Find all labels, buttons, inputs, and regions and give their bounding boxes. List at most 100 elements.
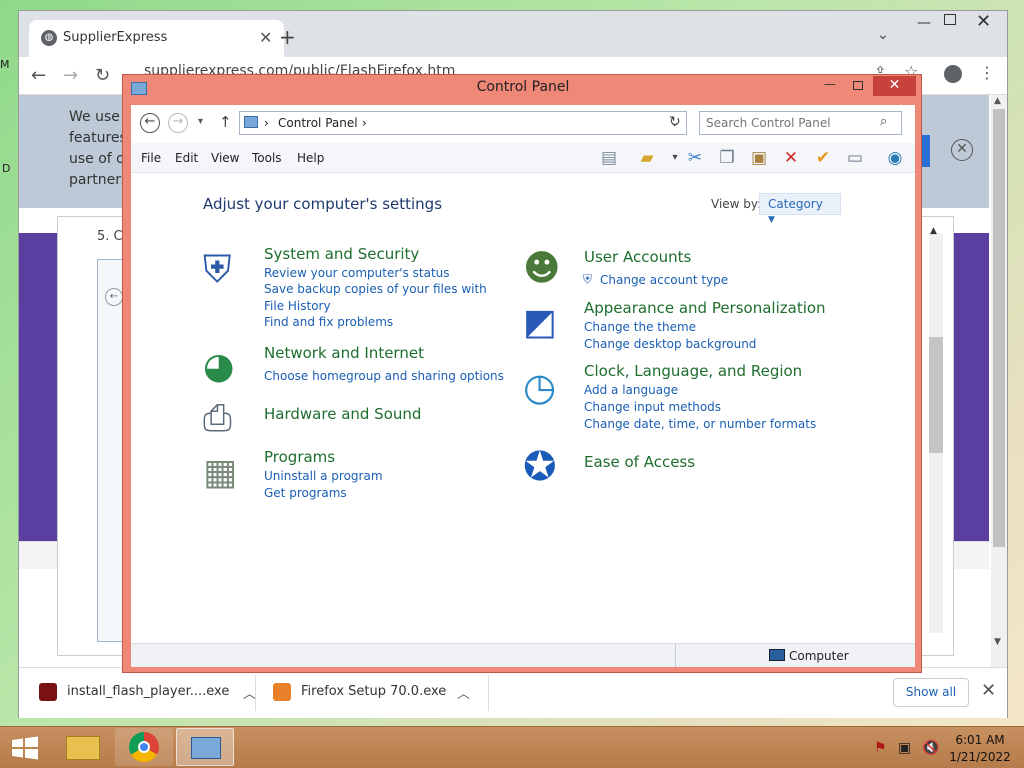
maximize-button[interactable] bbox=[944, 14, 956, 25]
menu-edit[interactable]: Edit bbox=[175, 151, 198, 165]
back-arrow-icon[interactable]: ← bbox=[140, 113, 160, 133]
search-icon[interactable]: ⌕ bbox=[880, 114, 887, 129]
view-by-dropdown[interactable]: Category ▼ bbox=[759, 193, 841, 225]
maximize-button[interactable] bbox=[853, 81, 863, 90]
category-system-security[interactable]: System and Security bbox=[264, 245, 419, 263]
search-box[interactable]: ⌕ bbox=[699, 111, 902, 135]
link-uninstall[interactable]: Uninstall a program bbox=[264, 468, 383, 485]
properties-icon[interactable]: ▭ bbox=[843, 147, 867, 169]
link-add-language[interactable]: Add a language bbox=[584, 382, 678, 399]
breadcrumb[interactable]: Control Panel bbox=[278, 116, 358, 130]
link-homegroup[interactable]: Choose homegroup and sharing options bbox=[264, 368, 504, 385]
reload-icon[interactable]: ↻ bbox=[95, 65, 110, 86]
copy-icon[interactable]: ❐ bbox=[715, 147, 739, 169]
new-tab-button[interactable]: + bbox=[279, 25, 296, 49]
page-scroll-thumb[interactable] bbox=[993, 109, 1005, 547]
shield-icon: ⛨ bbox=[203, 247, 232, 291]
system-clock[interactable]: 6:01 AM 1/21/2022 bbox=[944, 732, 1016, 766]
close-button[interactable]: ✕ bbox=[976, 11, 991, 32]
close-button[interactable]: ✕ bbox=[873, 76, 916, 96]
check-icon[interactable]: ✔ bbox=[811, 147, 835, 169]
minimize-button[interactable]: — bbox=[917, 15, 931, 31]
control-panel-icon bbox=[191, 737, 221, 759]
link-date-formats[interactable]: Change date, time, or number formats bbox=[584, 416, 816, 433]
divider bbox=[675, 643, 676, 667]
tab-close-icon[interactable]: ✕ bbox=[259, 28, 272, 47]
file-explorer-button[interactable] bbox=[54, 728, 112, 766]
menu-kebab-icon[interactable]: ⋮ bbox=[979, 63, 995, 82]
window-title: Control Panel bbox=[476, 79, 570, 95]
chrome-taskbar-button[interactable] bbox=[115, 728, 173, 766]
up-arrow-icon[interactable]: ↑ bbox=[219, 113, 232, 131]
menu-view[interactable]: View bbox=[211, 151, 239, 165]
category-clock-language[interactable]: Clock, Language, and Region bbox=[584, 362, 802, 380]
refresh-icon[interactable]: ↻ bbox=[669, 114, 681, 130]
category-appearance[interactable]: Appearance and Personalization bbox=[584, 299, 826, 317]
preview-pane-icon[interactable]: ▤ bbox=[597, 147, 621, 169]
breadcrumb-separator[interactable]: › bbox=[362, 116, 367, 130]
ease-of-access-icon: ✪ bbox=[523, 444, 557, 490]
browser-tab[interactable]: ◍ SupplierExpress ✕ bbox=[29, 20, 284, 57]
menu-file[interactable]: File bbox=[141, 151, 161, 165]
back-arrow-icon[interactable]: ← bbox=[31, 65, 46, 86]
category-network-internet[interactable]: Network and Internet bbox=[264, 344, 424, 362]
link-get-programs[interactable]: Get programs bbox=[264, 485, 347, 502]
computer-icon bbox=[769, 649, 785, 661]
download-filename: Firefox Setup 70.0.exe bbox=[301, 684, 447, 699]
minimize-button[interactable]: — bbox=[824, 77, 836, 91]
tab-search-chevron-icon[interactable]: ⌄ bbox=[877, 27, 889, 43]
link-file-history[interactable]: Save backup copies of your files with Fi… bbox=[264, 281, 494, 315]
delete-icon[interactable]: ✕ bbox=[779, 147, 803, 169]
action-center-flag-icon[interactable]: ⚑ bbox=[874, 740, 887, 756]
search-input[interactable] bbox=[706, 113, 876, 133]
chevron-up-icon[interactable]: ︿ bbox=[457, 683, 470, 702]
category-programs[interactable]: Programs bbox=[264, 448, 335, 466]
paste-icon[interactable]: ▣ bbox=[747, 147, 771, 169]
control-panel-taskbar-button[interactable] bbox=[176, 728, 234, 766]
breadcrumb-separator[interactable]: › bbox=[264, 116, 269, 130]
link-change-theme[interactable]: Change the theme bbox=[584, 319, 696, 336]
link-find-fix[interactable]: Find and fix problems bbox=[264, 314, 393, 331]
scroll-up-icon[interactable]: ▲ bbox=[930, 226, 937, 236]
volume-muted-icon[interactable]: 🔇 bbox=[922, 740, 939, 756]
scroll-up-icon[interactable]: ▲ bbox=[994, 96, 1001, 106]
network-icon[interactable]: ▣ bbox=[898, 740, 911, 756]
category-ease-of-access[interactable]: Ease of Access bbox=[584, 453, 695, 471]
page-title: Adjust your computer's settings bbox=[203, 195, 443, 213]
profile-avatar[interactable] bbox=[944, 65, 962, 83]
clock-date: 1/21/2022 bbox=[949, 750, 1011, 764]
card-scroll-thumb[interactable] bbox=[929, 337, 943, 453]
menu-bar: File Edit View Tools Help ▤ ▰ ▾ ✂ ❐ ▣ ✕ … bbox=[131, 143, 915, 173]
view-by-value: Category bbox=[768, 197, 823, 211]
forward-arrow-icon[interactable]: → bbox=[168, 113, 188, 133]
tab-strip: ◍ SupplierExpress ✕ + ⌄ — ✕ bbox=[19, 11, 1007, 57]
clock-globe-icon: ◷ bbox=[523, 365, 557, 409]
forward-arrow-icon[interactable]: → bbox=[63, 65, 78, 86]
link-desktop-background[interactable]: Change desktop background bbox=[584, 336, 756, 353]
category-hardware-sound[interactable]: Hardware and Sound bbox=[264, 405, 421, 423]
link-review-status[interactable]: Review your computer's status bbox=[264, 265, 450, 282]
menu-help[interactable]: Help bbox=[297, 151, 324, 165]
link-change-account-type[interactable]: Change account type bbox=[600, 272, 728, 289]
menu-tools[interactable]: Tools bbox=[252, 151, 282, 165]
category-user-accounts[interactable]: User Accounts bbox=[584, 248, 691, 266]
windows-start-icon[interactable] bbox=[10, 736, 40, 760]
clock-time: 6:01 AM bbox=[955, 733, 1005, 747]
address-bar[interactable]: › Control Panel › ⌄ bbox=[239, 111, 687, 135]
show-all-button[interactable]: Show all bbox=[893, 678, 969, 707]
chrome-icon-center bbox=[138, 741, 150, 753]
control-panel-window: Control Panel — ✕ ← → ▾ ↑ › Control Pane… bbox=[122, 74, 922, 673]
shell-icon[interactable]: ◉ bbox=[883, 147, 907, 169]
programs-disc-icon: ▦ bbox=[203, 452, 238, 493]
cookie-close-icon[interactable]: ✕ bbox=[951, 139, 973, 161]
link-input-methods[interactable]: Change input methods bbox=[584, 399, 721, 416]
scroll-down-icon[interactable]: ▼ bbox=[994, 637, 1001, 647]
close-icon[interactable]: ✕ bbox=[981, 680, 996, 701]
monitor-palette-icon: ◩ bbox=[523, 302, 558, 343]
desktop-icon-label: D bbox=[2, 162, 11, 175]
folder-options-icon[interactable]: ▰ bbox=[635, 147, 659, 169]
recent-chevron-icon[interactable]: ▾ bbox=[198, 116, 203, 127]
printer-speaker-icon: ⎙ bbox=[203, 398, 232, 439]
divider bbox=[255, 675, 256, 711]
cut-icon[interactable]: ✂ bbox=[683, 147, 707, 169]
